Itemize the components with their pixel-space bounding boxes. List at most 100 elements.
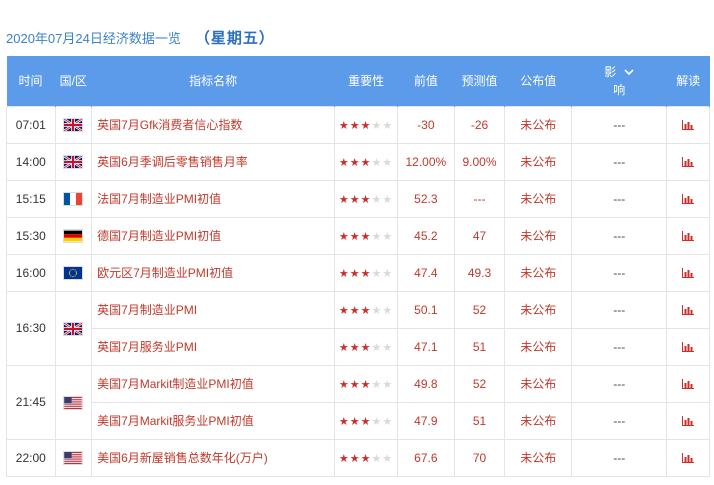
uk-flag-icon: [64, 156, 83, 169]
row-interpret[interactable]: [666, 179, 710, 218]
row-previous: 45.2: [396, 216, 455, 255]
row-actual: 未公布: [504, 290, 573, 329]
row-importance: ★★★★★: [334, 216, 398, 255]
chevron-down-icon[interactable]: [624, 66, 634, 82]
row-interpret[interactable]: [666, 253, 710, 292]
table-row: 16:30 英国7月制造业PMI ★★★★★ 50.1 52 未公布 ---: [6, 290, 710, 366]
row-indicator[interactable]: 英国7月Gfk消费者信心指数: [91, 105, 336, 144]
bar-chart-icon[interactable]: [682, 416, 695, 427]
row-importance: ★★★★★: [334, 142, 398, 181]
impact-label-top: 影: [604, 64, 617, 79]
star-icon: ★: [360, 452, 372, 465]
row-actual: 未公布: [504, 327, 573, 366]
row-importance: ★★★★★: [334, 327, 398, 366]
row-indicator[interactable]: 英国7月制造业PMI: [91, 290, 336, 329]
row-previous: -30: [396, 105, 455, 144]
table-row: 21:45 美国7月Markit制造业PMI初值 ★★★★★ 49.8 52 未公布 ---: [6, 364, 710, 440]
eu-flag-icon: [64, 267, 83, 280]
bar-chart-icon[interactable]: [682, 120, 695, 131]
star-icon: ★: [371, 378, 383, 391]
bar-chart-icon[interactable]: [682, 268, 695, 279]
row-interpret[interactable]: [666, 327, 710, 366]
bar-chart-icon[interactable]: [682, 453, 695, 464]
star-icon: ★: [349, 267, 361, 280]
row-region: [54, 438, 93, 477]
row-indicator[interactable]: 美国6月新屋销售总数年化(万户): [91, 438, 336, 477]
table-row: 英国7月服务业PMI ★★★★★ 47.1 51 未公布 ---: [7, 327, 710, 366]
row-importance: ★★★★★: [334, 438, 398, 477]
bar-chart-icon[interactable]: [682, 231, 695, 242]
row-interpret[interactable]: [666, 216, 710, 255]
row-indicator[interactable]: 英国7月服务业PMI: [91, 327, 336, 366]
star-icon: ★: [360, 267, 372, 280]
row-forecast: 51: [453, 401, 506, 440]
row-time: 16:00: [6, 253, 56, 292]
importance-stars: ★★★★★: [339, 305, 393, 317]
star-icon: ★: [360, 415, 372, 428]
row-time: 16:30: [6, 290, 56, 366]
importance-stars: ★★★★★: [339, 342, 393, 354]
row-importance: ★★★★★: [334, 105, 398, 144]
star-icon: ★: [338, 119, 350, 132]
row-previous: 67.6: [396, 438, 455, 477]
row-indicator[interactable]: 欧元区7月制造业PMI初值: [91, 253, 336, 292]
importance-stars: ★★★★★: [339, 379, 393, 391]
impact-header[interactable]: 影 响: [604, 64, 634, 98]
star-icon: ★: [382, 452, 394, 465]
row-indicator[interactable]: 英国6月季调后零售销售月率: [91, 142, 336, 181]
col-interpret: 解读: [666, 56, 710, 106]
table-row: 16:00 欧元区7月制造业PMI初值 ★★★★★ 47.4 49.3 未公布 ---: [6, 253, 710, 292]
row-forecast: 51: [453, 327, 506, 366]
row-time: 07:01: [6, 105, 56, 144]
table-row: 22:00 美国6月新屋销售总数年化(万户) ★★★★★ 67.6 70 未公布 ---: [6, 438, 710, 477]
importance-stars: ★★★★★: [339, 416, 393, 428]
star-icon: ★: [382, 230, 394, 243]
star-icon: ★: [360, 341, 372, 354]
row-actual: 未公布: [504, 401, 573, 440]
bar-chart-icon[interactable]: [682, 379, 695, 390]
row-impact: ---: [571, 253, 668, 292]
row-forecast: -26: [453, 105, 506, 144]
weekday-label: （星期五）: [194, 29, 275, 47]
bar-chart-icon[interactable]: [682, 342, 695, 353]
row-indicator[interactable]: 法国7月制造业PMI初值: [91, 179, 336, 218]
row-interpret[interactable]: [666, 290, 710, 329]
col-actual: 公布值: [504, 56, 573, 106]
row-interpret[interactable]: [666, 364, 710, 403]
economic-data-table: 时间 国/区 指标名称 重要性 前值 预测值 公布值 影 响 解读 07:01 英…: [6, 56, 710, 477]
row-time: 14:00: [6, 142, 56, 181]
star-icon: ★: [360, 378, 372, 391]
bar-chart-icon[interactable]: [682, 305, 695, 316]
row-impact: ---: [571, 216, 668, 255]
star-icon: ★: [349, 415, 361, 428]
star-icon: ★: [382, 267, 394, 280]
star-icon: ★: [338, 415, 350, 428]
col-impact[interactable]: 影 响: [571, 56, 668, 106]
star-icon: ★: [349, 193, 361, 206]
row-actual: 未公布: [504, 438, 573, 477]
row-importance: ★★★★★: [334, 364, 398, 403]
row-impact: ---: [571, 290, 668, 329]
bar-chart-icon[interactable]: [682, 194, 695, 205]
row-forecast: 70: [453, 438, 506, 477]
uk-flag-icon: [64, 119, 83, 132]
row-indicator[interactable]: 美国7月Markit服务业PMI初值: [91, 401, 336, 440]
row-indicator[interactable]: 美国7月Markit制造业PMI初值: [91, 364, 336, 403]
fr-flag-icon: [64, 193, 83, 206]
star-icon: ★: [382, 341, 394, 354]
bar-chart-icon[interactable]: [682, 157, 695, 168]
col-time: 时间: [6, 56, 56, 106]
star-icon: ★: [360, 230, 372, 243]
row-interpret[interactable]: [666, 142, 710, 181]
de-flag-icon: [64, 230, 83, 242]
star-icon: ★: [338, 304, 350, 317]
row-interpret[interactable]: [666, 105, 710, 144]
star-icon: ★: [338, 341, 350, 354]
star-icon: ★: [371, 156, 383, 169]
row-indicator[interactable]: 德国7月制造业PMI初值: [91, 216, 336, 255]
row-importance: ★★★★★: [334, 253, 398, 292]
star-icon: ★: [349, 452, 361, 465]
row-interpret[interactable]: [666, 401, 710, 440]
row-interpret[interactable]: [666, 438, 710, 477]
row-importance: ★★★★★: [334, 179, 398, 218]
